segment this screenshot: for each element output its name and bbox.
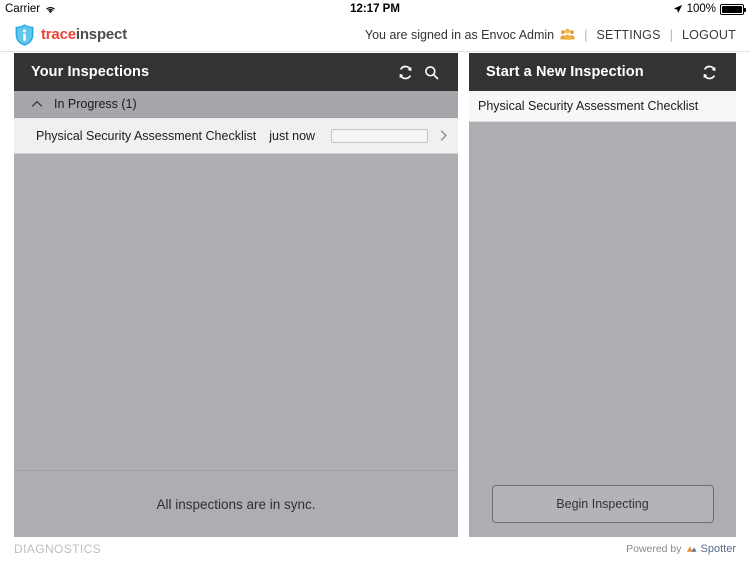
your-inspections-header: Your Inspections — [14, 53, 458, 91]
begin-inspecting-button[interactable]: Begin Inspecting — [491, 484, 714, 523]
ios-status-bar: Carrier 12:17 PM 100% — [0, 0, 750, 18]
search-icon[interactable] — [418, 59, 444, 85]
begin-inspecting-footer: Begin Inspecting — [469, 470, 736, 537]
header-separator-2: | — [669, 27, 674, 42]
battery-percent-label: 100% — [686, 3, 716, 15]
start-new-inspection-panel: Start a New Inspection Physical Security… — [469, 53, 736, 537]
sync-status-footer: All inspections are in sync. — [14, 470, 458, 537]
inspection-progress-bar — [331, 128, 428, 143]
chevron-up-icon[interactable] — [31, 98, 43, 110]
sync-status-label: All inspections are in sync. — [156, 496, 316, 512]
inspection-templates-list: Physical Security Assessment Checklist — [469, 91, 736, 470]
status-bar-clock: 12:17 PM — [350, 3, 400, 15]
location-arrow-icon — [673, 4, 683, 14]
inspection-timestamp: just now — [269, 128, 316, 143]
your-inspections-panel: Your Inspections In Progress (1) Physica… — [14, 53, 458, 537]
refresh-icon[interactable] — [392, 59, 418, 85]
people-group-icon[interactable] — [560, 28, 575, 41]
refresh-icon[interactable] — [696, 59, 722, 85]
battery-full-icon — [720, 3, 746, 15]
bottom-bar: DIAGNOSTICS Powered by Spotter — [0, 537, 750, 563]
app-logo-text: traceinspect — [41, 26, 127, 43]
powered-by-label: Powered by — [626, 543, 682, 555]
inspection-row[interactable]: Physical Security Assessment Checklist j… — [14, 118, 458, 154]
inspections-list: In Progress (1) Physical Security Assess… — [14, 91, 458, 470]
powered-by-group: Powered by Spotter — [626, 543, 736, 555]
logo-text-trace: trace — [41, 26, 76, 43]
signed-in-label: You are signed in as Envoc Admin — [364, 27, 555, 42]
diagnostics-link[interactable]: DIAGNOSTICS — [14, 542, 101, 556]
chevron-right-icon[interactable] — [437, 129, 450, 142]
inspection-name: Physical Security Assessment Checklist — [36, 128, 257, 143]
list-item[interactable]: Physical Security Assessment Checklist — [469, 91, 736, 122]
header-right-group: You are signed in as Envoc Admin | SETTI… — [365, 27, 736, 42]
settings-link[interactable]: SETTINGS — [597, 28, 661, 42]
in-progress-group-label: In Progress (1) — [54, 97, 137, 111]
shield-logo-icon — [14, 23, 35, 47]
start-new-inspection-header: Start a New Inspection — [469, 53, 736, 91]
start-new-inspection-title: Start a New Inspection — [486, 64, 644, 80]
your-inspections-title: Your Inspections — [31, 64, 150, 80]
status-bar-right: 100% — [673, 3, 746, 15]
app-header: traceinspect You are signed in as Envoc … — [0, 18, 750, 52]
logout-link[interactable]: LOGOUT — [682, 28, 736, 42]
app-logo[interactable]: traceinspect — [14, 23, 127, 47]
template-name: Physical Security Assessment Checklist — [478, 99, 699, 113]
logo-text-inspect: inspect — [75, 26, 127, 43]
spotter-label: Spotter — [700, 543, 736, 555]
header-separator-1: | — [584, 27, 588, 42]
in-progress-group-header[interactable]: In Progress (1) — [14, 91, 458, 118]
spotter-logo-icon — [686, 544, 697, 554]
